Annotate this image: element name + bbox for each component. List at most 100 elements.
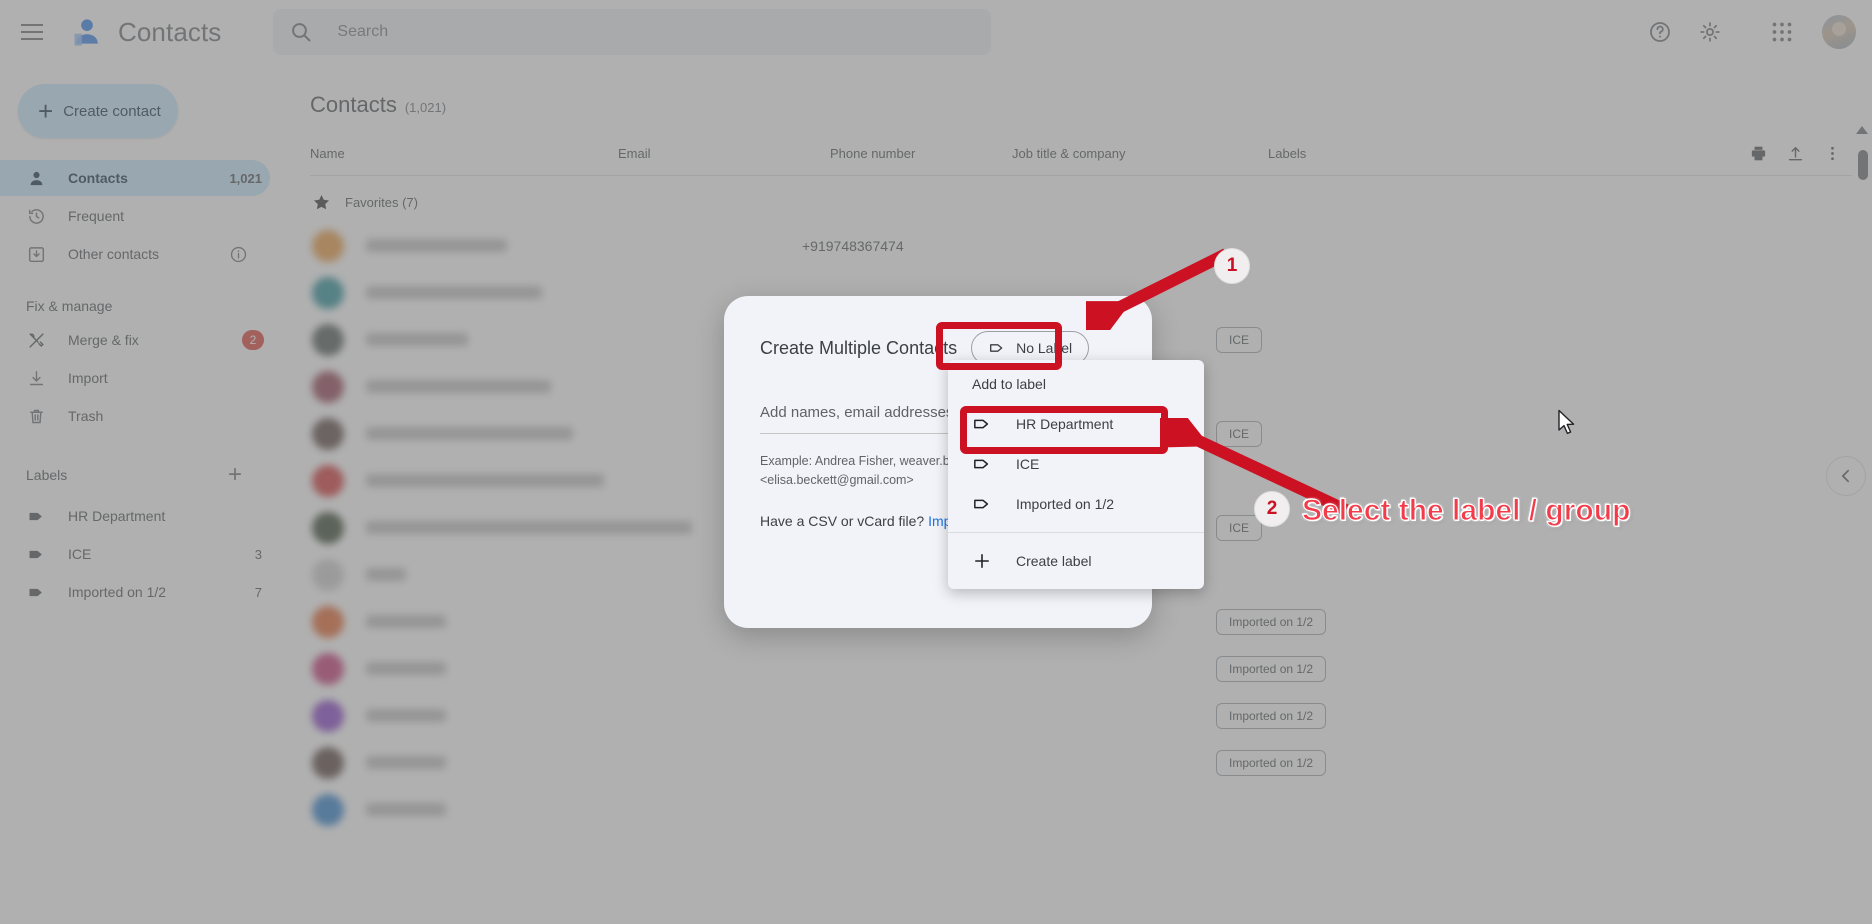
avatar [312, 605, 344, 638]
contacts-app-window: Contacts Search + Create contact Contact… [0, 0, 1872, 924]
sidebar-section-labels: Labels + [0, 460, 286, 490]
plus-icon: + [38, 96, 54, 126]
trash-icon [26, 406, 46, 426]
contact-label-chip[interactable]: ICE [1216, 326, 1263, 353]
create-contact-label: Create contact [63, 102, 161, 120]
page-title-count: (1,021) [404, 100, 447, 115]
settings-gear-icon[interactable] [1688, 10, 1732, 54]
info-icon[interactable] [229, 245, 248, 264]
step-badge-2: 2 [1254, 491, 1290, 527]
merge-fix-badge: 2 [242, 330, 264, 350]
column-header-email[interactable]: Email [618, 146, 830, 161]
vertical-scrollbar-thumb[interactable] [1858, 150, 1868, 180]
merge-tools-icon [26, 330, 46, 350]
section-heading: Fix & manage [26, 298, 113, 314]
table-row[interactable]: Imported on 1/2 [286, 739, 1872, 786]
search-input[interactable] [337, 23, 976, 41]
contact-name [366, 333, 468, 346]
contact-label-chip[interactable]: Imported on 1/2 [1216, 702, 1327, 729]
sidebar-item-frequent[interactable]: Frequent [0, 198, 270, 234]
table-row[interactable] [286, 786, 1872, 833]
contact-label-chip[interactable]: Imported on 1/2 [1216, 655, 1327, 682]
label-tag-icon [972, 454, 992, 474]
avatar [312, 323, 344, 356]
contacts-input-placeholder: Add names, email addresses, or [760, 404, 976, 421]
sidebar-item-contacts[interactable]: Contacts 1,021 [0, 160, 270, 196]
avatar [312, 746, 344, 779]
sidebar-item-merge-and-fix[interactable]: Merge & fix 2 [0, 322, 270, 358]
sidebar-item-label: Frequent [68, 208, 125, 224]
sidebar-item-label: Import [68, 370, 108, 386]
more-vertical-icon[interactable] [1823, 144, 1842, 163]
scroll-up-arrow-icon[interactable] [1856, 126, 1868, 134]
label-tag-icon [26, 544, 46, 564]
print-icon[interactable] [1749, 144, 1768, 163]
step-badge-1-number: 1 [1226, 255, 1238, 276]
sidebar-item-trash[interactable]: Trash [0, 398, 270, 434]
avatar [312, 417, 344, 450]
collapse-side-panel-button[interactable] [1826, 456, 1866, 496]
label-tag-icon [26, 506, 46, 526]
avatar [312, 464, 344, 497]
sidebar: + Create contact Contacts 1,021 Frequent… [0, 64, 286, 924]
app-title: Contacts [118, 16, 222, 47]
export-upload-icon[interactable] [1786, 144, 1805, 163]
sidebar-section-fix-manage: Fix & manage [0, 298, 286, 314]
column-header-job[interactable]: Job title & company [1012, 146, 1268, 161]
contact-label-chip[interactable]: Imported on 1/2 [1216, 749, 1327, 776]
contacts-person-icon [70, 15, 104, 49]
table-row[interactable]: Imported on 1/2 [286, 645, 1872, 692]
contact-name [366, 756, 446, 769]
sidebar-label-imported-on-1-2[interactable]: Imported on 1/2 7 [0, 574, 270, 610]
favorites-group-row: Favorites (7) [286, 182, 1872, 222]
contact-name [366, 803, 446, 816]
dialog-csv-text: Have a CSV or vCard file? [760, 512, 925, 529]
label-tag-icon [988, 339, 1006, 357]
avatar [312, 370, 344, 403]
column-header-name[interactable]: Name [310, 146, 618, 161]
hamburger-menu-icon[interactable] [8, 8, 56, 56]
label-tag-icon [972, 414, 992, 434]
contact-name [366, 427, 574, 440]
sidebar-label-name: ICE [68, 546, 92, 562]
menu-item-hr-department[interactable]: HR Department [948, 404, 1204, 444]
favorites-group-label: Favorites (7) [345, 194, 418, 210]
sidebar-label-hr-department[interactable]: HR Department [0, 498, 270, 534]
menu-item-imported-on-1-2[interactable]: Imported on 1/2 [948, 484, 1204, 524]
column-header-labels[interactable]: Labels [1268, 146, 1749, 161]
sidebar-label-count: 3 [254, 546, 262, 562]
menu-caption: Add to label [972, 376, 1046, 392]
create-label-plus-icon[interactable]: + [220, 460, 250, 490]
account-avatar[interactable] [1822, 15, 1856, 49]
menu-divider [948, 532, 1204, 533]
avatar [312, 652, 344, 685]
table-row[interactable]: Imported on 1/2 [286, 692, 1872, 739]
search-icon [289, 20, 313, 44]
menu-item-create-label[interactable]: Create label [948, 541, 1204, 581]
contact-label-chip[interactable]: ICE [1216, 514, 1263, 541]
import-download-icon [26, 368, 46, 388]
archive-download-icon [26, 244, 46, 264]
topbar-actions [1638, 10, 1872, 54]
contact-name [366, 615, 446, 628]
search-bar[interactable] [273, 9, 992, 55]
page-title: Contacts (1,021) [286, 64, 1872, 118]
create-contact-button[interactable]: + Create contact [18, 84, 178, 138]
sidebar-item-count: 1,021 [229, 170, 262, 186]
column-header-phone[interactable]: Phone number [830, 146, 1012, 161]
contact-label-chip[interactable]: ICE [1216, 420, 1263, 447]
contact-name [366, 239, 508, 252]
menu-item-ice[interactable]: ICE [948, 444, 1204, 484]
dialog-title: Create Multiple Contacts [760, 337, 958, 358]
sidebar-label-ice[interactable]: ICE 3 [0, 536, 270, 572]
contact-label-chip[interactable]: Imported on 1/2 [1216, 608, 1327, 635]
table-row[interactable]: +919748367474 [286, 222, 1872, 269]
avatar [312, 558, 344, 591]
sidebar-item-import[interactable]: Import [0, 360, 270, 396]
sidebar-item-other-contacts[interactable]: Other contacts [0, 236, 270, 272]
contact-name [366, 521, 692, 534]
avatar [312, 276, 344, 309]
google-apps-grid-icon[interactable] [1760, 10, 1804, 54]
app-brand[interactable]: Contacts [70, 15, 221, 49]
help-icon[interactable] [1638, 10, 1682, 54]
